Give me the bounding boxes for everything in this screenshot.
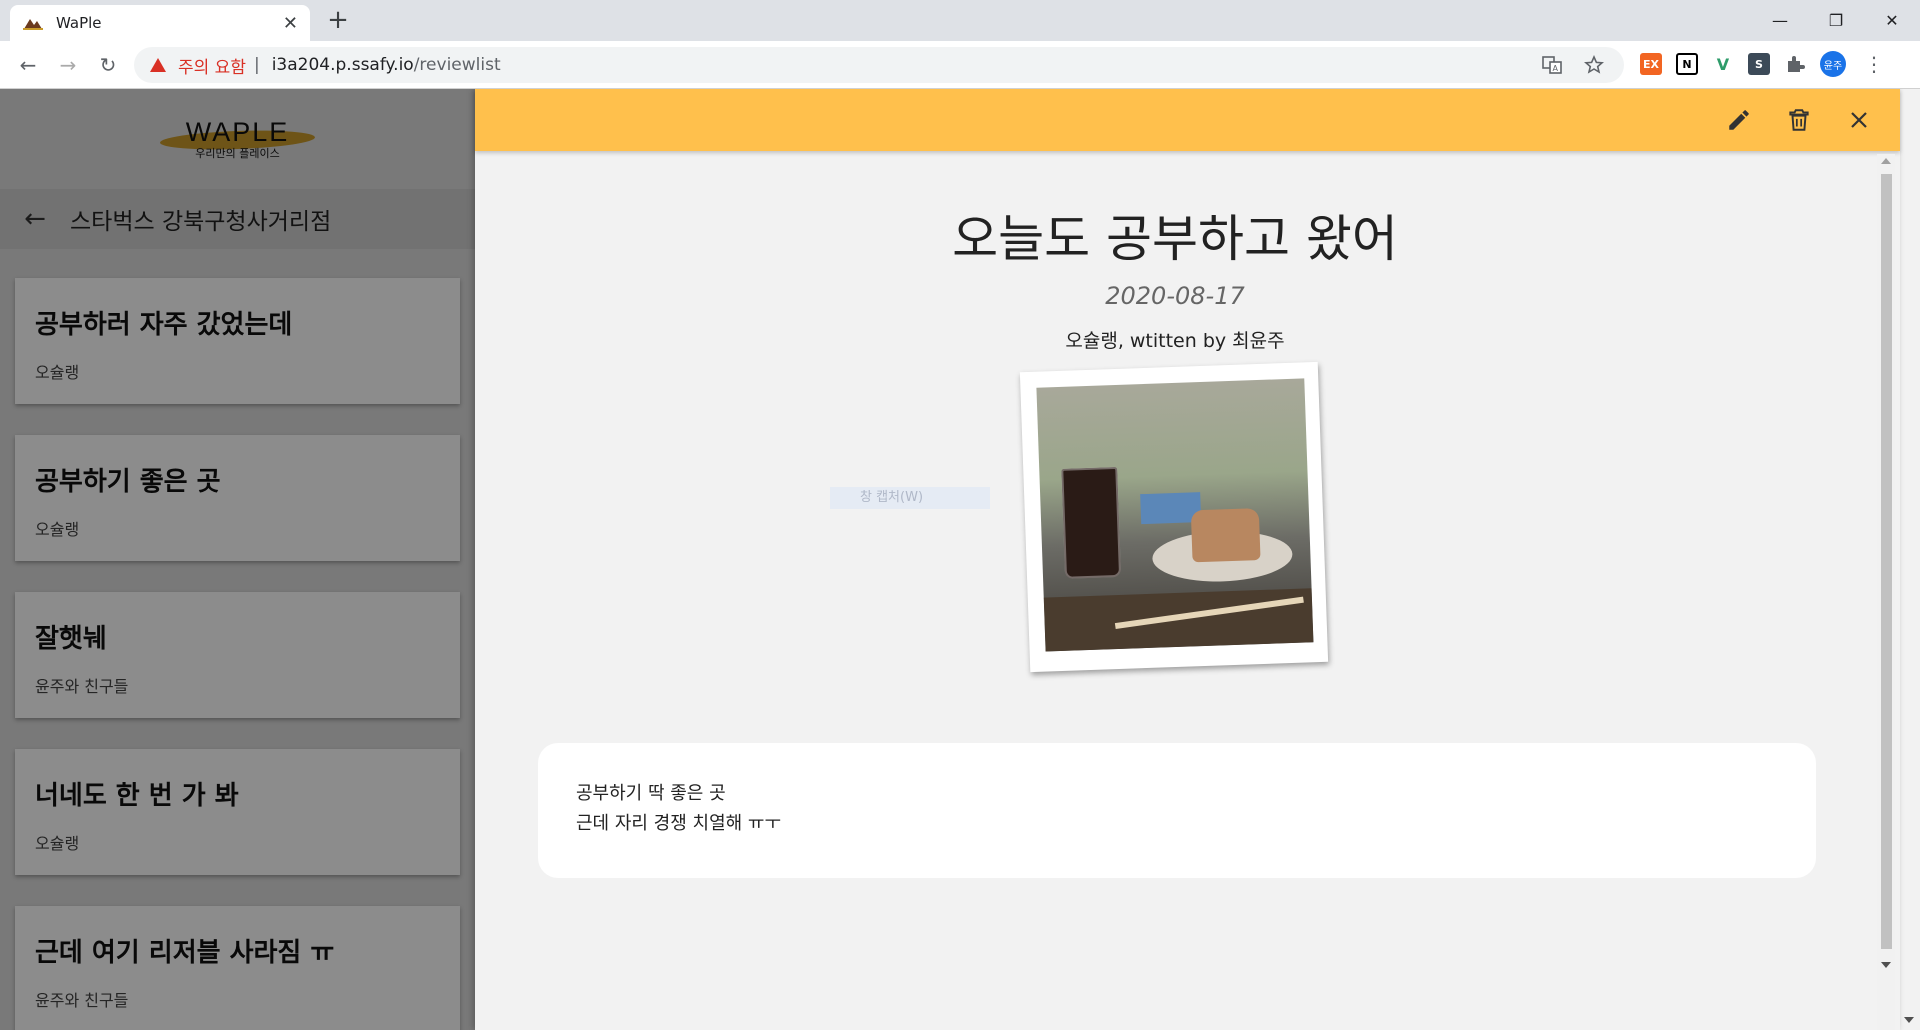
review-byline: 오슐랭, wtitten by 최윤주 [1065,330,1285,352]
back-button[interactable]: ← [12,49,44,81]
browser-tab[interactable]: WaPle ✕ [10,5,310,41]
scroll-down-arrow[interactable] [1881,962,1891,968]
sidebar: WAPLE 우리만의 플레이스 ← 스타벅스 강북구청사거리점 공부하러 자주 … [0,89,475,1030]
browser-toolbar: ← → ↻ 주의 요함 | i3a204.p.ssafy.io /reviewl… [0,41,1920,89]
review-photo-frame [1019,361,1329,673]
tab-close-icon[interactable]: ✕ [283,13,298,34]
waple-favicon-icon [23,19,43,30]
scroll-up-arrow[interactable] [1881,158,1891,164]
photo-coffee-cup [1061,466,1122,579]
content-line: 근데 자리 경쟁 치열해 ㅠㅜ [576,813,782,834]
url-path: /reviewlist [413,55,501,75]
detail-actions [1722,103,1876,137]
review-content: 공부하기 딱 좋은 곳 근데 자리 경쟁 치열해 ㅠㅜ [538,743,1816,878]
profile-avatar[interactable]: 윤주 [1820,51,1846,77]
review-date: 2020-08-17 [1105,282,1245,310]
security-warning[interactable]: 주의 요함 [178,53,246,78]
close-window-button[interactable]: ✕ [1864,0,1920,40]
content-line: 공부하기 딱 좋은 곳 [576,783,726,804]
reload-button[interactable]: ↻ [92,49,124,81]
new-tab-button[interactable]: + [324,6,352,34]
review-photo[interactable] [1036,378,1314,652]
translate-icon[interactable]: A [1542,55,1562,75]
delete-button[interactable] [1782,103,1816,137]
page-viewport: WAPLE 우리만의 플레이스 ← 스타벅스 강북구청사거리점 공부하러 자주 … [0,89,1920,1030]
forward-button[interactable]: → [52,49,84,81]
close-button[interactable] [1842,103,1876,137]
svg-text:A: A [1553,64,1559,73]
notion-extension-icon[interactable]: N [1676,53,1698,75]
detail-scrollbar[interactable] [1877,154,1895,1030]
extensions-puzzle-icon[interactable] [1784,53,1806,75]
bookmark-star-icon[interactable] [1584,55,1604,75]
browser-tab-strip: WaPle ✕ + — ❐ ✕ [0,0,1920,41]
photo-cake [1190,508,1261,563]
minimize-button[interactable]: — [1752,0,1808,40]
scroll-thumb[interactable] [1881,174,1892,949]
tab-title: WaPle [56,14,102,32]
page-scroll-down-arrow[interactable] [1904,1017,1914,1023]
review-title-heading: 오늘도 공부하고 왔어 [952,210,1398,268]
close-icon [1851,112,1867,128]
restore-button[interactable]: ❐ [1808,0,1864,40]
pencil-icon [1729,110,1749,130]
url-separator: | [253,55,260,75]
ex-extension-icon[interactable]: EX [1640,53,1662,75]
warning-icon [150,58,166,72]
modal-backdrop[interactable] [0,89,475,1030]
detail-header [475,89,1900,151]
browser-menu-icon[interactable]: ⋮ [1864,52,1884,76]
omnibox-actions: A [1542,55,1604,75]
window-controls: — ❐ ✕ [1752,0,1920,40]
url-host: i3a204.p.ssafy.io [271,55,414,75]
extensions-bar: EX N V S 윤주 ⋮ [1640,51,1884,77]
address-bar[interactable]: 주의 요함 | i3a204.p.ssafy.io /reviewlist A [134,47,1624,83]
review-detail-panel: 오늘도 공부하고 왔어 2020-08-17 오슐랭, wtitten by 최… [475,89,1900,1030]
vue-devtools-icon[interactable]: V [1712,53,1734,75]
edit-button[interactable] [1722,103,1756,137]
s-extension-icon[interactable]: S [1748,53,1770,75]
trash-icon [1789,109,1809,131]
window-capture-hint: 창 캡처(W) [830,487,990,509]
